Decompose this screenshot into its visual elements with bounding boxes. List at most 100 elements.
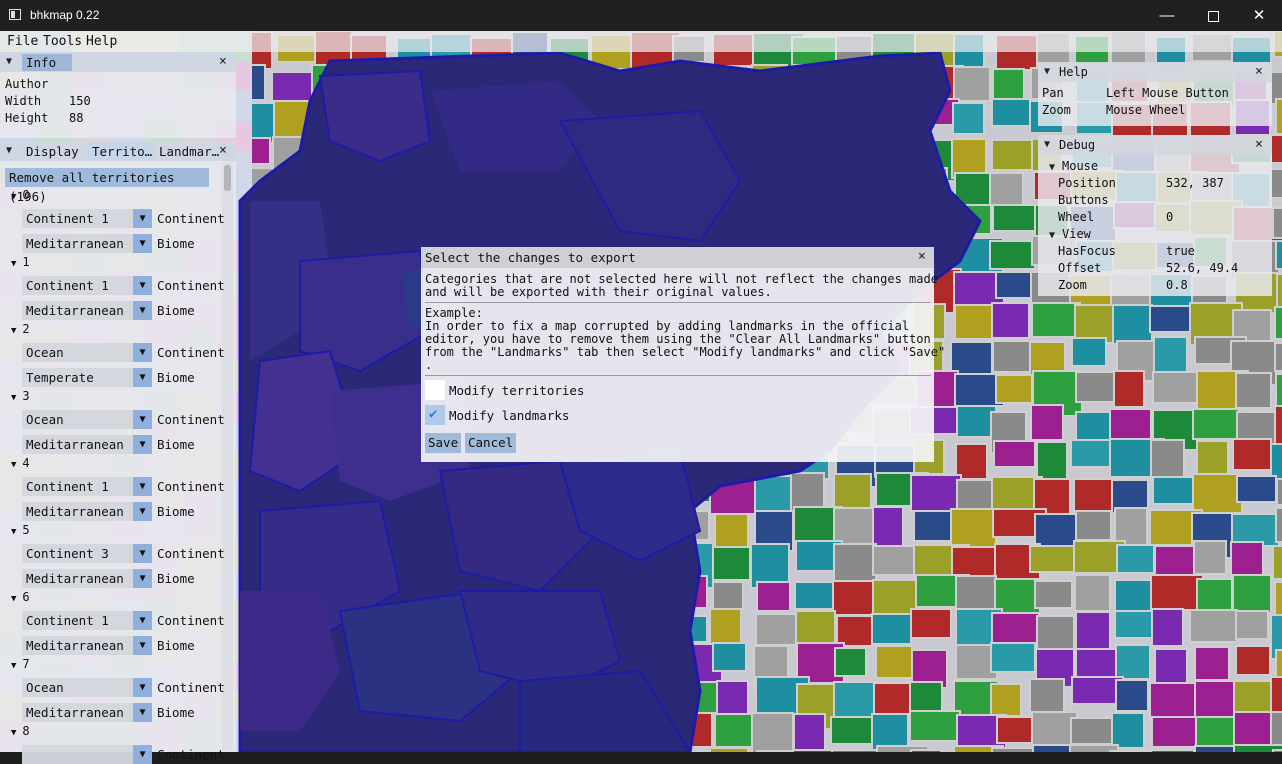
territory-node-header[interactable]: ▼ 7 [11,657,30,671]
dropdown-arrow-icon[interactable]: ▼ [133,209,152,228]
debug-panel-header[interactable]: ▼ Debug × [1038,135,1272,155]
close-icon[interactable]: × [918,249,926,264]
territory-node-header[interactable]: ▼ 3 [11,389,30,403]
dropdown-arrow-icon[interactable]: ▼ [133,435,152,454]
territory-node-header[interactable]: ▼ 8 [11,724,30,738]
menu-bar: File Tools Help [0,31,1282,52]
biome-combo[interactable]: Meditarranean ▼ [22,301,152,320]
dropdown-arrow-icon[interactable]: ▼ [133,343,152,362]
biome-combo[interactable]: Meditarranean ▼ [22,703,152,722]
debug-view-label[interactable]: View [1062,227,1091,241]
tab-display[interactable]: Display [22,143,83,160]
collapse-icon[interactable]: ▼ [1044,66,1050,77]
biome-combo[interactable]: Meditarranean ▼ [22,502,152,521]
close-icon[interactable]: × [1255,64,1263,79]
cancel-button[interactable]: Cancel [465,433,517,453]
debug-position-value: 532, 387 [1166,176,1224,190]
info-panel: ▼ Info × Author Width 150 Height 88 [0,52,236,138]
territory-node-header[interactable]: ▼ 2 [11,322,30,336]
territories-scrollbar[interactable] [222,162,233,750]
territory-tile [1112,304,1153,345]
continent-combo[interactable]: Continent 3 ▼ [22,544,152,563]
continent-combo[interactable]: Continent 1 ▼ [22,611,152,630]
modify-territories-checkbox[interactable] [425,380,445,400]
collapse-icon[interactable]: ▼ [6,56,12,67]
territory-node-header[interactable]: ▼ 0 [11,188,30,202]
menu-file[interactable]: File [7,34,38,49]
dropdown-arrow-icon[interactable]: ▼ [133,368,152,387]
dropdown-arrow-icon[interactable]: ▼ [133,301,152,320]
territory-tile [1189,609,1238,643]
biome-combo[interactable]: Temperate ▼ [22,368,152,387]
collapse-icon[interactable]: ▼ [1044,139,1050,150]
territory-tile [1235,645,1271,676]
dropdown-arrow-icon[interactable]: ▼ [133,703,152,722]
minimize-button[interactable]: — [1144,0,1190,31]
tab-landmarks[interactable]: Landmar… [155,143,223,160]
window-close-button[interactable]: ✕ [1236,0,1282,31]
info-panel-header[interactable]: ▼ Info × [0,52,236,72]
close-icon[interactable]: × [219,143,227,158]
scrollbar-thumb[interactable] [224,165,231,191]
territory-tile [953,66,991,102]
export-dialog-header[interactable]: Select the changes to export × [421,247,934,268]
close-icon[interactable]: × [219,54,227,69]
territory-tile [830,716,878,745]
territory-tile [1276,478,1282,506]
territory-tile [1113,370,1145,408]
dropdown-arrow-icon[interactable]: ▼ [133,745,152,764]
continent-combo[interactable]: Ocean ▼ [22,343,152,362]
dropdown-arrow-icon[interactable]: ▼ [133,569,152,588]
biome-value: Meditarranean [26,638,124,653]
dropdown-arrow-icon[interactable]: ▼ [133,477,152,496]
menu-help[interactable]: Help [86,34,117,49]
continent-value: Continent 1 [26,613,109,628]
territory-tile [1074,574,1111,612]
territory-node-header[interactable]: ▼ 4 [11,456,30,470]
remove-all-territories-button[interactable]: Remove all territories (196) [5,168,209,204]
continent-combo[interactable]: Continent 1 ▼ [22,209,152,228]
biome-combo[interactable]: Meditarranean ▼ [22,234,152,253]
close-icon[interactable]: × [1255,137,1263,152]
window-titlebar[interactable]: bhkmap 0.22 — ✕ [0,0,1282,31]
dropdown-arrow-icon[interactable]: ▼ [133,544,152,563]
territory-id: 7 [22,657,30,671]
tab-territories[interactable]: Territo… [88,143,157,160]
territory-node-header[interactable]: ▼ 5 [11,523,30,537]
biome-combo[interactable]: Meditarranean ▼ [22,569,152,588]
dropdown-arrow-icon[interactable]: ▼ [133,276,152,295]
territory-tile [834,647,867,677]
dropdown-arrow-icon[interactable]: ▼ [133,502,152,521]
collapse-icon[interactable]: ▼ [6,145,12,156]
menu-tools[interactable]: Tools [43,34,82,49]
territory-id: 6 [22,590,30,604]
continent-combo[interactable]: Ocean ▼ [22,678,152,697]
biome-combo[interactable]: Meditarranean ▼ [22,435,152,454]
view-tree-toggle[interactable]: ▼ [1049,230,1055,241]
save-button[interactable]: Save [425,433,462,453]
continent-combo[interactable]: Ocean ▼ [22,410,152,429]
modify-landmarks-checkbox[interactable]: ✔ [425,405,445,425]
maximize-button[interactable] [1190,0,1236,31]
mouse-tree-toggle[interactable]: ▼ [1049,162,1055,173]
help-panel-header[interactable]: ▼ Help × [1038,62,1272,82]
debug-mouse-label[interactable]: Mouse [1062,159,1098,173]
dropdown-arrow-icon[interactable]: ▼ [133,611,152,630]
export-dialog: Select the changes to export × Categorie… [421,247,945,462]
territory-node-header[interactable]: ▼ 6 [11,590,30,604]
dropdown-arrow-icon[interactable]: ▼ [133,678,152,697]
continent-combo[interactable]: Continent 1 ▼ [22,276,152,295]
dropdown-arrow-icon[interactable]: ▼ [133,636,152,655]
territory-node-header[interactable]: ▼ 1 [11,255,30,269]
territory-tile [872,506,904,548]
dropdown-arrow-icon[interactable]: ▼ [133,234,152,253]
territory-tile [1272,207,1282,239]
biome-label: Biome [157,638,195,653]
biome-combo[interactable]: Meditarranean ▼ [22,636,152,655]
continent-value: Ocean [26,680,64,695]
dropdown-arrow-icon[interactable]: ▼ [133,410,152,429]
territory-tile [991,302,1030,339]
continent-combo[interactable]: Continent 1 ▼ [22,477,152,496]
biome-value: Meditarranean [26,236,124,251]
continent-combo[interactable]: ▼ [22,745,152,764]
